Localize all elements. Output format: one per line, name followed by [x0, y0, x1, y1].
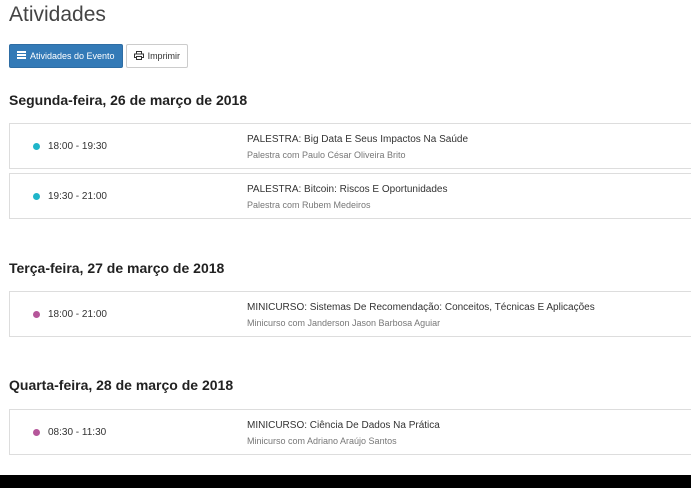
- activity-card[interactable]: 08:30 - 11:30 MINICURSO: Ciência De Dado…: [9, 409, 691, 455]
- activity-time: 08:30 - 11:30: [48, 427, 107, 438]
- activity-card[interactable]: 18:00 - 21:00 MINICURSO: Sistemas De Rec…: [9, 291, 691, 337]
- activity-time: 18:00 - 21:00: [48, 309, 107, 320]
- activity-card[interactable]: 18:00 - 19:30 PALESTRA: Big Data E Seus …: [9, 123, 691, 169]
- activity-title: MINICURSO: Sistemas De Recomendação: Con…: [247, 302, 595, 313]
- activity-subtitle: Palestra com Paulo César Oliveira Brito: [247, 150, 406, 160]
- day-heading-tuesday: Terça-feira, 27 de março de 2018: [9, 260, 225, 276]
- event-activities-label: Atividades do Evento: [30, 51, 115, 61]
- print-label: Imprimir: [147, 51, 181, 61]
- activity-card[interactable]: 19:30 - 21:00 PALESTRA: Bitcoin: Riscos …: [9, 173, 691, 219]
- activity-time: 19:30 - 21:00: [48, 191, 107, 202]
- activity-title: PALESTRA: Big Data E Seus Impactos Na Sa…: [247, 134, 469, 145]
- activity-title: PALESTRA: Bitcoin: Riscos E Oportunidade…: [247, 184, 448, 195]
- status-dot: [33, 311, 40, 318]
- day-heading-monday: Segunda-feira, 26 de março de 2018: [9, 92, 248, 108]
- bottom-bar: [0, 475, 691, 488]
- printer-icon: [133, 50, 144, 62]
- toolbar: Atividades do Evento Imprimir: [9, 44, 189, 68]
- status-dot: [33, 143, 40, 150]
- page-title: Atividades: [9, 3, 106, 26]
- activity-subtitle: Palestra com Rubem Medeiros: [247, 200, 371, 210]
- day-heading-wednesday: Quarta-feira, 28 de março de 2018: [9, 377, 234, 393]
- activity-subtitle: Minicurso com Adriano Araújo Santos: [247, 436, 397, 446]
- activity-time: 18:00 - 19:30: [48, 141, 107, 152]
- event-activities-button[interactable]: Atividades do Evento: [9, 44, 123, 68]
- list-icon: [17, 51, 26, 61]
- activity-subtitle: Minicurso com Janderson Jason Barbosa Ag…: [247, 318, 441, 328]
- status-dot: [33, 193, 40, 200]
- status-dot: [33, 429, 40, 436]
- activity-title: MINICURSO: Ciência De Dados Na Prática: [247, 420, 440, 431]
- print-button[interactable]: Imprimir: [125, 44, 189, 68]
